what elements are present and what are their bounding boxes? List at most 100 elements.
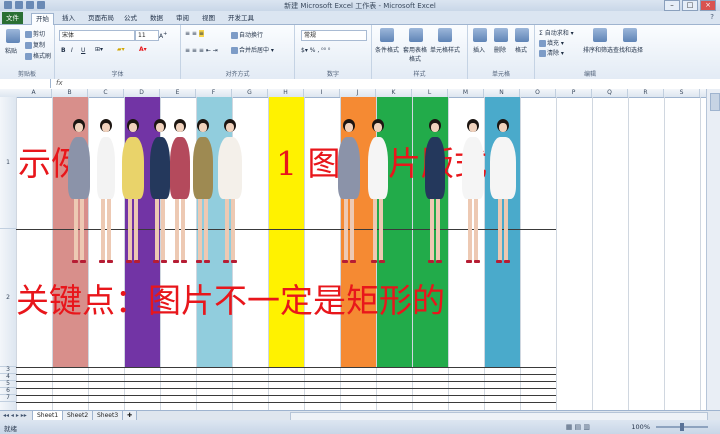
fill-button[interactable]: 填充 ▾ bbox=[539, 38, 564, 47]
maximize-button[interactable]: □ bbox=[682, 0, 698, 11]
format-table-button[interactable]: 套用表格格式 bbox=[402, 45, 428, 63]
column-header-N[interactable]: N bbox=[484, 89, 520, 97]
sort-filter-icon[interactable] bbox=[593, 28, 607, 42]
column-header-F[interactable]: F bbox=[196, 89, 232, 97]
grid-vline bbox=[664, 97, 665, 410]
vertical-scrollbar[interactable] bbox=[706, 89, 720, 410]
grid-hline bbox=[16, 395, 556, 396]
column-header-O[interactable]: O bbox=[520, 89, 556, 97]
bold-button[interactable]: B bbox=[61, 47, 66, 54]
tab-review[interactable]: 审阅 bbox=[172, 13, 193, 24]
delete-cells-button[interactable]: 删除 bbox=[494, 45, 506, 54]
column-header-K[interactable]: K bbox=[376, 89, 412, 97]
vertical-scroll-thumb[interactable] bbox=[710, 93, 720, 111]
status-ready: 就绪 bbox=[4, 425, 17, 433]
format-table-icon[interactable] bbox=[409, 28, 423, 42]
column-header-Q[interactable]: Q bbox=[592, 89, 628, 97]
paste-button[interactable]: 粘贴 bbox=[5, 46, 17, 55]
tab-page-layout[interactable]: 页面布局 bbox=[84, 13, 118, 24]
cell-styles-button[interactable]: 单元格样式 bbox=[430, 45, 460, 54]
minimize-button[interactable]: – bbox=[664, 0, 680, 11]
title-line-right: 1 图 bbox=[276, 144, 341, 183]
tab-file[interactable]: 文件 bbox=[2, 12, 23, 24]
formula-input[interactable] bbox=[70, 79, 710, 88]
fill-color-icon[interactable]: ▰▾ bbox=[117, 46, 125, 53]
column-header-M[interactable]: M bbox=[448, 89, 484, 97]
number-group-label: 数字 bbox=[326, 71, 339, 78]
column-header-J[interactable]: J bbox=[340, 89, 376, 97]
column-header-B[interactable]: B bbox=[52, 89, 88, 97]
border-icon[interactable]: ⊞▾ bbox=[95, 46, 103, 53]
tab-formulas[interactable]: 公式 bbox=[120, 13, 141, 24]
column-header-E[interactable]: E bbox=[160, 89, 196, 97]
merge-center-button[interactable]: 合并后居中 ▾ bbox=[231, 45, 274, 54]
insert-cells-icon[interactable] bbox=[473, 28, 487, 42]
help-icon[interactable]: ? bbox=[710, 13, 714, 21]
column-header-A[interactable]: A bbox=[16, 89, 52, 97]
tab-home[interactable]: 开始 bbox=[31, 13, 54, 25]
font-color-icon[interactable]: A▾ bbox=[139, 46, 147, 53]
column-header-L[interactable]: L bbox=[412, 89, 448, 97]
row-header-7[interactable]: 7 bbox=[0, 395, 16, 402]
format-cells-icon[interactable] bbox=[515, 28, 529, 42]
autosum-button[interactable]: Σ 自动求和 ▾ bbox=[539, 28, 574, 37]
row-header-1[interactable]: 1 bbox=[0, 97, 16, 229]
conditional-format-icon[interactable] bbox=[380, 28, 394, 42]
tab-developer[interactable]: 开发工具 bbox=[224, 13, 258, 24]
name-box[interactable] bbox=[0, 79, 51, 88]
copy-button[interactable]: 复制 bbox=[25, 40, 45, 49]
styles-group-label: 样式 bbox=[413, 71, 426, 78]
alignment-group: ≡ ≡ ≡ ≡ ≡ ≡ ⇤ ⇥ 自动换行 合并后居中 ▾ 对齐方式 bbox=[181, 25, 295, 79]
worksheet-grid[interactable]: ABCDEFGHIJKLMNOPQRS 1234567 示例 1 图 片版式 关… bbox=[0, 89, 706, 410]
column-header-H[interactable]: H bbox=[268, 89, 304, 97]
align-left-icon[interactable]: ≡ ≡ ≡ ⇤ ⇥ bbox=[185, 47, 218, 54]
paste-icon[interactable] bbox=[6, 29, 20, 43]
view-mode-icons[interactable]: ▦ ▤ ▥ bbox=[566, 423, 590, 431]
close-button[interactable]: × bbox=[700, 0, 716, 11]
sort-filter-button[interactable]: 排序和筛选 bbox=[583, 45, 613, 54]
column-header-P[interactable]: P bbox=[556, 89, 592, 97]
tab-view[interactable]: 视图 bbox=[198, 13, 219, 24]
column-header-R[interactable]: R bbox=[628, 89, 664, 97]
row-header-2[interactable]: 2 bbox=[0, 229, 16, 367]
clear-button[interactable]: 清除 ▾ bbox=[539, 48, 564, 57]
grid-vline bbox=[16, 97, 17, 410]
column-header-I[interactable]: I bbox=[304, 89, 340, 97]
zoom-level[interactable]: 100% bbox=[631, 423, 650, 431]
fx-icon[interactable]: fx bbox=[56, 79, 63, 87]
number-format-select[interactable]: 常规 bbox=[301, 30, 367, 41]
delete-cells-icon[interactable] bbox=[494, 28, 508, 42]
grid-hline bbox=[16, 374, 556, 375]
zoom-slider[interactable] bbox=[656, 423, 708, 431]
font-size-select[interactable]: 11 bbox=[135, 30, 159, 41]
cut-button[interactable]: 剪切 bbox=[25, 29, 45, 38]
column-header-G[interactable]: G bbox=[232, 89, 268, 97]
align-top-icon[interactable]: ≡ ≡ ≡ bbox=[185, 30, 204, 37]
grid-vline bbox=[88, 97, 89, 410]
format-painter-button[interactable]: 格式刷 bbox=[25, 51, 51, 60]
sheet-nav-icon[interactable]: ◂◂ ◂ ▸ ▸▸ bbox=[3, 412, 27, 419]
grid-vline bbox=[628, 97, 629, 410]
wrap-text-button[interactable]: 自动换行 bbox=[231, 30, 263, 39]
binoculars-icon[interactable] bbox=[623, 28, 637, 42]
grid-hline bbox=[16, 402, 556, 403]
font-name-select[interactable]: 宋体 bbox=[59, 30, 135, 41]
find-select-button[interactable]: 查找和选择 bbox=[613, 45, 643, 54]
insert-cells-button[interactable]: 插入 bbox=[473, 45, 485, 54]
cell-styles-icon[interactable] bbox=[438, 28, 452, 42]
percent-icon[interactable]: $▾ % , ⁰⁰ ⁰ bbox=[301, 47, 330, 54]
tab-insert[interactable]: 插入 bbox=[58, 13, 79, 24]
column-header-S[interactable]: S bbox=[664, 89, 700, 97]
clipboard-group: 粘贴 剪切 复制 格式刷 剪贴板 bbox=[0, 25, 55, 79]
zoom-slider-thumb[interactable] bbox=[680, 423, 684, 431]
column-header-D[interactable]: D bbox=[124, 89, 160, 97]
column-header-C[interactable]: C bbox=[88, 89, 124, 97]
status-bar: 就绪 ▦ ▤ ▥ 100% bbox=[0, 420, 720, 434]
conditional-format-button[interactable]: 条件格式 bbox=[375, 45, 399, 54]
format-cells-button[interactable]: 格式 bbox=[515, 45, 527, 54]
underline-button[interactable]: U bbox=[81, 47, 85, 54]
tab-data[interactable]: 数据 bbox=[146, 13, 167, 24]
grow-font-icon[interactable]: A+ bbox=[159, 31, 167, 40]
italic-button[interactable]: I bbox=[71, 47, 73, 54]
window-controls: – □ × bbox=[664, 0, 716, 11]
